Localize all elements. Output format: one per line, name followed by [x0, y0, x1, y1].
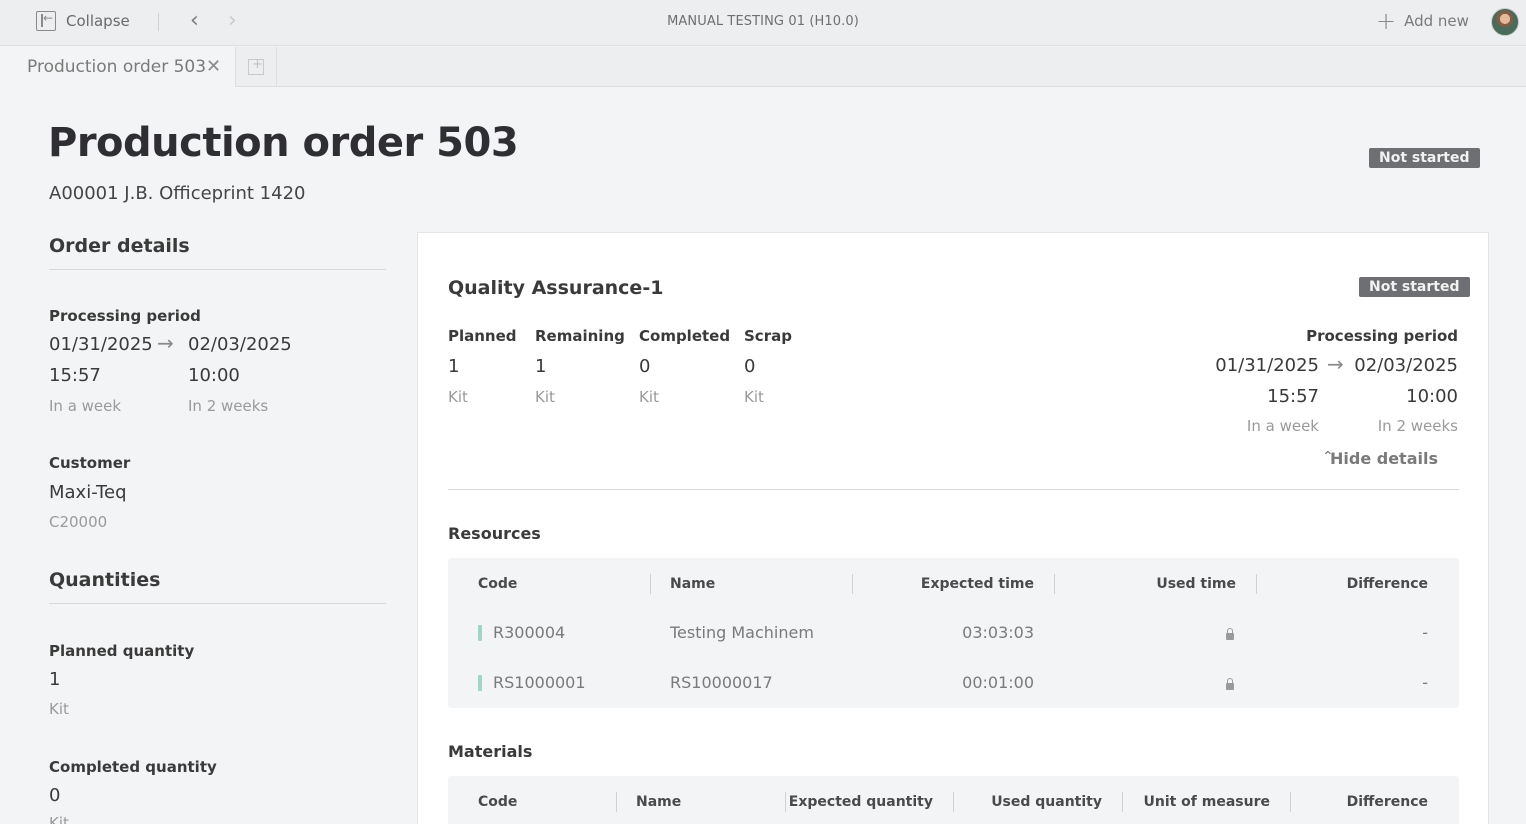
order-details-heading: Order details: [49, 235, 386, 270]
plus-icon: +: [1376, 7, 1397, 35]
column-divider[interactable]: [1122, 792, 1123, 812]
resource-code[interactable]: RS1000001: [493, 673, 586, 692]
column-header-name[interactable]: Name: [670, 576, 715, 592]
operation-end-relative: In 2 weeks: [1377, 417, 1458, 435]
operation-status-badge: Not started: [1359, 277, 1470, 297]
end-relative: In 2 weeks: [188, 397, 269, 415]
column-divider[interactable]: [650, 574, 651, 594]
start-relative: In a week: [49, 397, 122, 415]
completed-value: 0: [639, 356, 651, 377]
row-indicator: [478, 625, 482, 641]
column-header-code[interactable]: Code: [478, 794, 517, 810]
row-indicator: [478, 675, 482, 691]
planned-label: Planned: [448, 327, 517, 345]
completed-unit: Kit: [639, 388, 659, 406]
operation-start-date: 01/31/2025: [1215, 355, 1319, 376]
add-tab-icon: [248, 57, 264, 75]
planned-value: 1: [448, 356, 460, 377]
remaining-unit: Kit: [535, 388, 555, 406]
column-header-expected-quantity[interactable]: Expected quantity: [788, 794, 933, 810]
column-header-code[interactable]: Code: [478, 576, 517, 592]
operation-start-time: 15:57: [1267, 386, 1319, 407]
column-divider[interactable]: [616, 792, 617, 812]
customer-label: Customer: [49, 454, 131, 472]
column-header-name[interactable]: Name: [636, 794, 681, 810]
operation-title: Quality Assurance-1: [448, 277, 664, 299]
operation-end-time: 10:00: [1406, 386, 1458, 407]
column-divider[interactable]: [1290, 792, 1291, 812]
resource-name: Testing Machinem: [670, 623, 814, 642]
end-time: 10:00: [188, 365, 240, 386]
close-icon[interactable]: ✕: [206, 56, 221, 77]
difference: -: [1422, 673, 1428, 692]
scrap-value: 0: [744, 356, 756, 377]
planned-unit: Kit: [448, 388, 468, 406]
column-header-expected-time[interactable]: Expected time: [868, 576, 1034, 592]
scrap-label: Scrap: [744, 327, 792, 345]
column-divider[interactable]: [785, 792, 786, 812]
status-badge: Not started: [1369, 148, 1480, 168]
resource-name: RS10000017: [670, 673, 773, 692]
end-date: 02/03/2025: [188, 334, 292, 355]
start-date: 01/31/2025: [49, 334, 153, 355]
operation-start-relative: In a week: [1246, 417, 1319, 435]
add-new-button[interactable]: + Add new: [1376, 7, 1469, 35]
add-new-label: Add new: [1404, 12, 1469, 30]
app-title: MANUAL TESTING 01 (H10.0): [667, 14, 859, 29]
operation-card: Quality Assurance-1 Not started Planned …: [417, 232, 1489, 824]
materials-heading: Materials: [448, 742, 533, 761]
expected-time: 00:01:00: [962, 673, 1034, 692]
column-header-used-time[interactable]: Used time: [1068, 576, 1236, 592]
processing-period-label: Processing period: [49, 307, 201, 325]
tab-production-order-503[interactable]: Production order 503: [0, 47, 236, 87]
new-tab-button[interactable]: [236, 47, 277, 87]
column-header-difference[interactable]: Difference: [1298, 794, 1428, 810]
start-time: 15:57: [49, 365, 101, 386]
materials-table: Code Name Expected quantity Used quantit…: [448, 776, 1459, 824]
column-divider[interactable]: [953, 792, 954, 812]
expected-time: 03:03:03: [962, 623, 1034, 642]
operation-processing-label: Processing period: [1306, 327, 1458, 345]
hide-details-button[interactable]: Hide details: [1318, 449, 1438, 468]
remaining-value: 1: [535, 356, 547, 377]
column-divider[interactable]: [852, 574, 853, 594]
resource-code[interactable]: R300004: [493, 623, 565, 642]
operation-end-date: 02/03/2025: [1354, 355, 1458, 376]
completed-quantity-value: 0: [49, 785, 61, 806]
card-divider: [448, 489, 1459, 490]
customer-code: C20000: [49, 513, 108, 531]
planned-quantity-label: Planned quantity: [49, 642, 195, 660]
tab-bar: Production order 503 ✕: [0, 47, 1526, 87]
tab-label: Production order 503: [27, 57, 207, 77]
completed-quantity-label: Completed quantity: [49, 758, 217, 776]
remaining-label: Remaining: [535, 327, 625, 345]
page-title: Production order 503: [48, 120, 519, 166]
completed-label: Completed: [639, 327, 731, 345]
arrow-right-icon: →: [157, 331, 174, 355]
resources-table: Code Name Expected time Used time Differ…: [448, 558, 1459, 708]
user-avatar[interactable]: [1491, 8, 1519, 36]
planned-quantity-value: 1: [49, 669, 61, 690]
planned-quantity-unit: Kit: [49, 700, 69, 718]
scrap-unit: Kit: [744, 388, 764, 406]
quantities-heading: Quantities: [49, 569, 386, 604]
lock-icon: [1226, 628, 1234, 640]
top-bar: Collapse ‹ › MANUAL TESTING 01 (H10.0) +…: [0, 0, 1526, 46]
page-subtitle: A00001 J.B. Officeprint 1420: [49, 183, 306, 204]
column-header-difference[interactable]: Difference: [1268, 576, 1428, 592]
completed-quantity-unit: Kit: [49, 814, 69, 824]
lock-icon: [1226, 678, 1234, 690]
difference: -: [1422, 623, 1428, 642]
resources-heading: Resources: [448, 524, 541, 543]
column-divider[interactable]: [1256, 574, 1257, 594]
column-divider[interactable]: [1054, 574, 1055, 594]
column-header-unit-of-measure[interactable]: Unit of measure: [1128, 794, 1270, 810]
customer-name[interactable]: Maxi-Teq: [49, 482, 127, 503]
column-header-used-quantity[interactable]: Used quantity: [958, 794, 1102, 810]
